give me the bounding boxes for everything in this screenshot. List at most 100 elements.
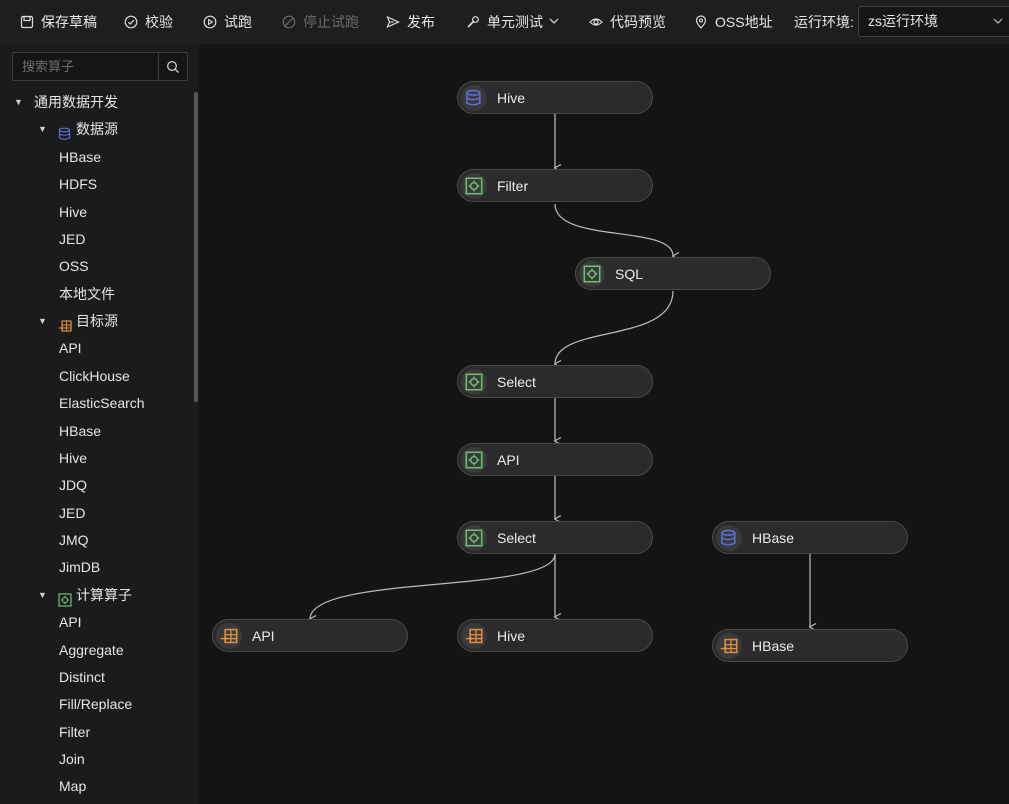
tree-item[interactable]: JED: [59, 226, 85, 253]
tree-item[interactable]: Hive: [59, 445, 87, 472]
env-label: 运行环境:: [794, 14, 854, 30]
node-badge: [216, 622, 242, 649]
node-label: HBase: [752, 637, 795, 654]
tree-item[interactable]: Hive: [59, 199, 87, 226]
tree-item-label: HBase: [59, 423, 102, 439]
tree-item-label: JMQ: [59, 532, 89, 548]
node-label: Hive: [497, 627, 526, 644]
code-preview-button[interactable]: 代码预览: [589, 0, 666, 44]
node-label: Select: [497, 529, 536, 546]
tree-item-label: Join: [59, 751, 85, 767]
tree-item-label: HDFS: [59, 176, 98, 192]
tree-item[interactable]: HBase: [59, 144, 101, 171]
database-icon: [58, 123, 72, 140]
target-table-icon: [720, 638, 738, 653]
oss-address-button[interactable]: OSS地址: [694, 0, 773, 44]
stop-trial-label: 停止试跑: [303, 14, 359, 30]
node-compute-filter[interactable]: Filter: [457, 169, 653, 202]
node-badge: [716, 632, 742, 659]
tree-item[interactable]: OSS: [59, 253, 89, 280]
target-table-icon: [220, 628, 238, 643]
search-input[interactable]: [13, 53, 159, 80]
tree-item[interactable]: ClickHouse: [59, 363, 130, 390]
node-badge: [461, 84, 487, 111]
operator-sidebar: ▼ 通用数据开发 ▼ 数据源 HBase HDFS Hive JED OSS 本…: [0, 44, 199, 804]
edge-filter-sql: [554, 203, 673, 256]
eye-icon: [589, 15, 603, 29]
save-draft-button[interactable]: 保存草稿: [20, 0, 97, 44]
compute-gear-icon: [465, 529, 483, 546]
node-target-hbase[interactable]: HBase: [712, 629, 908, 662]
node-label: API: [252, 627, 275, 644]
tree-item-label: Distinct: [59, 669, 105, 685]
unit-test-label: 单元测试: [487, 14, 543, 30]
tree-item[interactable]: JED: [59, 500, 85, 527]
tree-item-label: Map: [59, 778, 87, 794]
tree-group-compute-operators[interactable]: ▼ 计算算子: [38, 582, 132, 609]
tree-item[interactable]: Filter: [59, 719, 90, 746]
save-draft-label: 保存草稿: [41, 14, 97, 30]
tree-item-label: JDQ: [59, 477, 87, 493]
edge-sql-select: [555, 290, 674, 364]
node-target-hive[interactable]: Hive: [457, 619, 653, 652]
dag-canvas[interactable]: Hive Filter SQL Select API Select HBase …: [199, 44, 1009, 804]
location-pin-icon: [694, 15, 708, 29]
node-badge: [461, 446, 487, 473]
play-circle-icon: [203, 15, 217, 29]
trial-run-label: 试跑: [224, 14, 252, 30]
code-preview-label: 代码预览: [610, 14, 666, 30]
tree-item[interactable]: HDFS: [59, 171, 97, 198]
tree-item[interactable]: HBase: [59, 418, 101, 445]
node-compute-api[interactable]: API: [457, 443, 653, 476]
node-label: SQL: [615, 265, 644, 282]
node-compute-select-2[interactable]: Select: [457, 521, 653, 554]
node-compute-sql[interactable]: SQL: [575, 257, 771, 290]
tree-item-label: HBase: [59, 149, 102, 165]
tree-item[interactable]: 本地文件: [59, 281, 115, 308]
node-badge: [579, 260, 605, 287]
tree-root-label: 通用数据开发: [34, 94, 118, 110]
tree-item[interactable]: API: [59, 609, 82, 636]
compute-gear-icon: [583, 265, 601, 282]
node-badge: [461, 368, 487, 395]
tree-item[interactable]: Fill/Replace: [59, 691, 132, 718]
publish-button[interactable]: 发布: [386, 0, 435, 44]
tree-item[interactable]: JimDB: [59, 554, 100, 581]
node-label: Filter: [497, 177, 529, 194]
trial-run-button[interactable]: 试跑: [203, 0, 252, 44]
unit-test-dropdown[interactable]: 单元测试: [466, 0, 559, 44]
database-icon: [721, 529, 736, 546]
env-select[interactable]: zs运行环境: [858, 6, 1009, 37]
validate-button[interactable]: 校验: [124, 0, 173, 44]
tree-item-label: Hive: [59, 204, 88, 220]
node-target-api[interactable]: API: [212, 619, 408, 652]
tree-item[interactable]: Aggregate: [59, 637, 124, 664]
tree-item-label: Aggregate: [59, 642, 124, 658]
search-icon: [167, 60, 179, 73]
node-badge: [716, 524, 742, 551]
caret-down-icon: ▼: [38, 316, 47, 326]
tree-item-label: Hive: [59, 450, 88, 466]
tree-item[interactable]: ElasticSearch: [59, 390, 145, 417]
tree-item[interactable]: JDQ: [59, 472, 87, 499]
save-icon: [20, 15, 34, 29]
node-source-hive[interactable]: Hive: [457, 81, 653, 114]
node-source-hbase[interactable]: HBase: [712, 521, 908, 554]
env-select-value: zs运行环境: [868, 13, 938, 29]
sidebar-scrollbar[interactable]: [194, 92, 198, 402]
tree-item[interactable]: Map: [59, 773, 86, 800]
tree-group-target-source[interactable]: ▼ 目标源: [38, 308, 118, 335]
search-button[interactable]: [158, 53, 187, 80]
stop-trial-button[interactable]: 停止试跑: [282, 0, 359, 44]
tree-item[interactable]: JMQ: [59, 527, 89, 554]
node-compute-select[interactable]: Select: [457, 365, 653, 398]
tree-group-data-source[interactable]: ▼ 数据源: [38, 116, 118, 143]
tree-item[interactable]: Distinct: [59, 664, 105, 691]
tree-item[interactable]: Join: [59, 746, 85, 773]
node-badge: [461, 622, 487, 649]
tree-item[interactable]: API: [59, 335, 82, 362]
tree-item-label: JED: [59, 231, 86, 247]
chevron-down-icon: [549, 16, 559, 28]
edge-select-target-api: [310, 553, 556, 619]
tree-root-general-data-dev[interactable]: ▼ 通用数据开发: [14, 89, 118, 116]
